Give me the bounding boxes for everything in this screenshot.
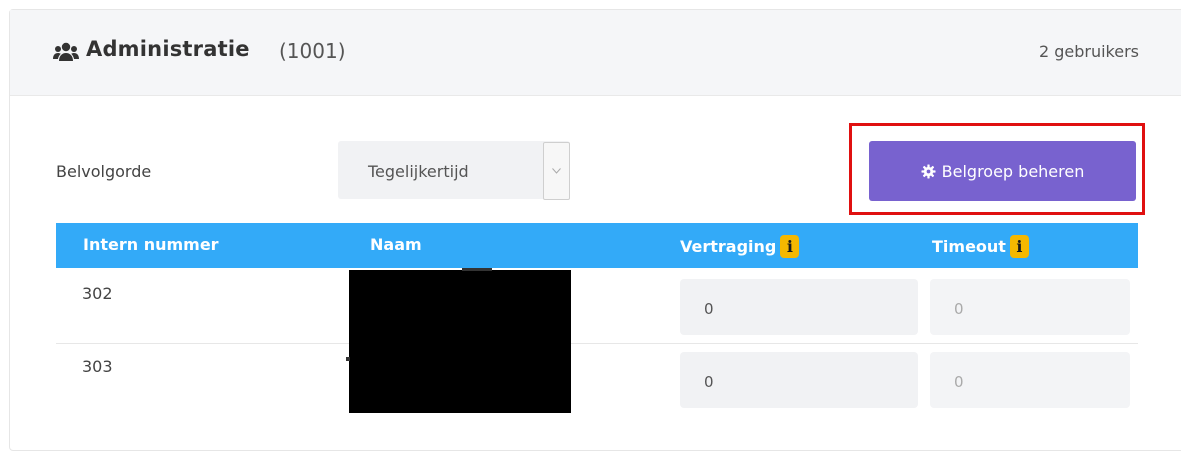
manage-button-label: Belgroep beheren <box>941 161 1085 181</box>
col-naam: Naam <box>370 235 422 254</box>
ring-order-label: Belvolgorde <box>56 162 152 181</box>
col-vertraging: Vertraging i <box>680 235 800 258</box>
page-title: Administratie <box>86 37 250 61</box>
group-number: (1001) <box>279 39 346 63</box>
user-count: 2 gebruikers <box>1038 42 1139 61</box>
row-number: 303 <box>82 357 113 376</box>
col-timeout: Timeout i <box>932 235 1029 258</box>
manage-ring-group-button[interactable]: Belgroep beheren <box>869 141 1136 201</box>
ring-order-select[interactable]: Tegelijkertijd <box>338 141 570 200</box>
ring-order-value: Tegelijkertijd <box>368 162 469 181</box>
redacted-names <box>349 270 571 413</box>
redaction-artifact <box>462 268 492 271</box>
delay-input[interactable]: 0 <box>680 352 918 408</box>
delay-input[interactable]: 0 <box>680 279 918 335</box>
timeout-input: 0 <box>930 352 1130 408</box>
info-icon[interactable]: i <box>1009 235 1029 258</box>
row-divider <box>56 343 1138 344</box>
col-vertraging-label: Vertraging <box>680 237 777 256</box>
col-timeout-label: Timeout <box>932 237 1006 256</box>
info-icon[interactable]: i <box>780 235 800 258</box>
card-header: Administratie (1001) 2 gebruikers <box>10 10 1181 96</box>
col-intern-nummer: Intern nummer <box>83 235 219 254</box>
select-arrow[interactable] <box>543 142 570 200</box>
timeout-input: 0 <box>930 279 1130 335</box>
table-header: Intern nummer Naam Vertraging i Timeout … <box>56 223 1138 268</box>
gear-icon <box>921 163 936 179</box>
row-number: 302 <box>82 284 113 303</box>
users-icon <box>53 42 79 61</box>
chevron-down-icon <box>552 168 561 174</box>
redaction-artifact <box>346 357 350 361</box>
